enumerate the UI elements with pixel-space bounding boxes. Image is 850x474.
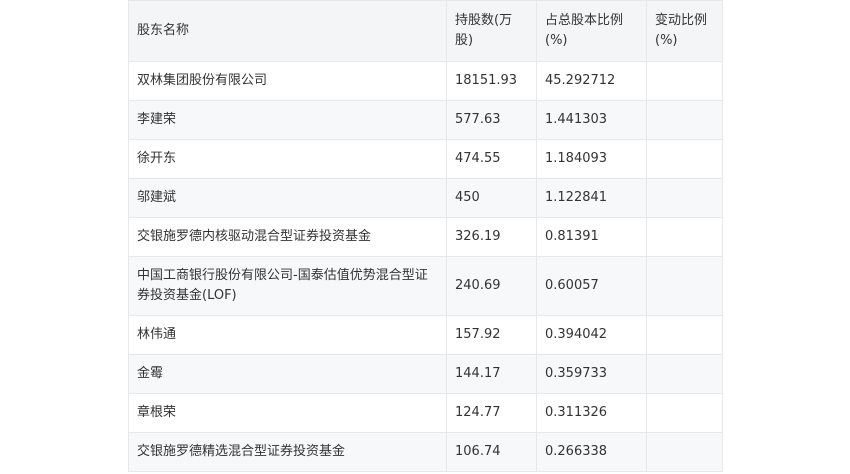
header-change-ratio: 变动比例(%): [646, 0, 723, 62]
table-row: 章根荣 124.77 0.311326: [128, 393, 723, 433]
table-row: 李建荣 577.63 1.441303: [128, 100, 723, 140]
ratio-cell: 0.81391: [536, 217, 647, 257]
ratio-cell: 0.60057: [536, 256, 647, 316]
shares-cell: 106.74: [446, 432, 537, 472]
change-cell: [646, 256, 723, 316]
header-share-ratio: 占总股本比例(%): [536, 0, 647, 62]
holder-name-cell: 交银施罗德精选混合型证券投资基金: [128, 432, 447, 472]
table-header-row: 股东名称 持股数(万股) 占总股本比例(%) 变动比例(%): [128, 0, 723, 62]
table-row: 中国工商银行股份有限公司-国泰估值优势混合型证券投资基金(LOF) 240.69…: [128, 256, 723, 316]
table-row: 邬建斌 450 1.122841: [128, 178, 723, 218]
shares-cell: 450: [446, 178, 537, 218]
shareholder-table-container: 股东名称 持股数(万股) 占总股本比例(%) 变动比例(%) 双林集团股份有限公…: [128, 0, 723, 472]
table-row: 双林集团股份有限公司 18151.93 45.292712: [128, 61, 723, 101]
change-cell: [646, 139, 723, 179]
change-cell: [646, 217, 723, 257]
shares-cell: 577.63: [446, 100, 537, 140]
ratio-cell: 0.359733: [536, 354, 647, 394]
holder-name-cell: 林伟通: [128, 315, 447, 355]
holder-name-cell: 徐开东: [128, 139, 447, 179]
shareholder-table: 股东名称 持股数(万股) 占总股本比例(%) 变动比例(%) 双林集团股份有限公…: [128, 0, 723, 472]
shares-cell: 18151.93: [446, 61, 537, 101]
shares-cell: 326.19: [446, 217, 537, 257]
ratio-cell: 1.122841: [536, 178, 647, 218]
holder-name-cell: 中国工商银行股份有限公司-国泰估值优势混合型证券投资基金(LOF): [128, 256, 447, 316]
table-row: 徐开东 474.55 1.184093: [128, 139, 723, 179]
change-cell: [646, 100, 723, 140]
shares-cell: 124.77: [446, 393, 537, 433]
holder-name-cell: 双林集团股份有限公司: [128, 61, 447, 101]
ratio-cell: 0.266338: [536, 432, 647, 472]
ratio-cell: 0.311326: [536, 393, 647, 433]
change-cell: [646, 354, 723, 394]
shares-cell: 240.69: [446, 256, 537, 316]
holder-name-cell: 交银施罗德内核驱动混合型证券投资基金: [128, 217, 447, 257]
header-holder-name: 股东名称: [128, 0, 447, 62]
ratio-cell: 45.292712: [536, 61, 647, 101]
change-cell: [646, 315, 723, 355]
shares-cell: 157.92: [446, 315, 537, 355]
table-row: 金霉 144.17 0.359733: [128, 354, 723, 394]
holder-name-cell: 邬建斌: [128, 178, 447, 218]
change-cell: [646, 178, 723, 218]
ratio-cell: 1.441303: [536, 100, 647, 140]
table-row: 林伟通 157.92 0.394042: [128, 315, 723, 355]
table-row: 交银施罗德内核驱动混合型证券投资基金 326.19 0.81391: [128, 217, 723, 257]
change-cell: [646, 393, 723, 433]
header-shares-held: 持股数(万股): [446, 0, 537, 62]
ratio-cell: 1.184093: [536, 139, 647, 179]
shares-cell: 474.55: [446, 139, 537, 179]
holder-name-cell: 金霉: [128, 354, 447, 394]
shares-cell: 144.17: [446, 354, 537, 394]
ratio-cell: 0.394042: [536, 315, 647, 355]
change-cell: [646, 432, 723, 472]
table-row: 交银施罗德精选混合型证券投资基金 106.74 0.266338: [128, 432, 723, 472]
holder-name-cell: 李建荣: [128, 100, 447, 140]
holder-name-cell: 章根荣: [128, 393, 447, 433]
change-cell: [646, 61, 723, 101]
